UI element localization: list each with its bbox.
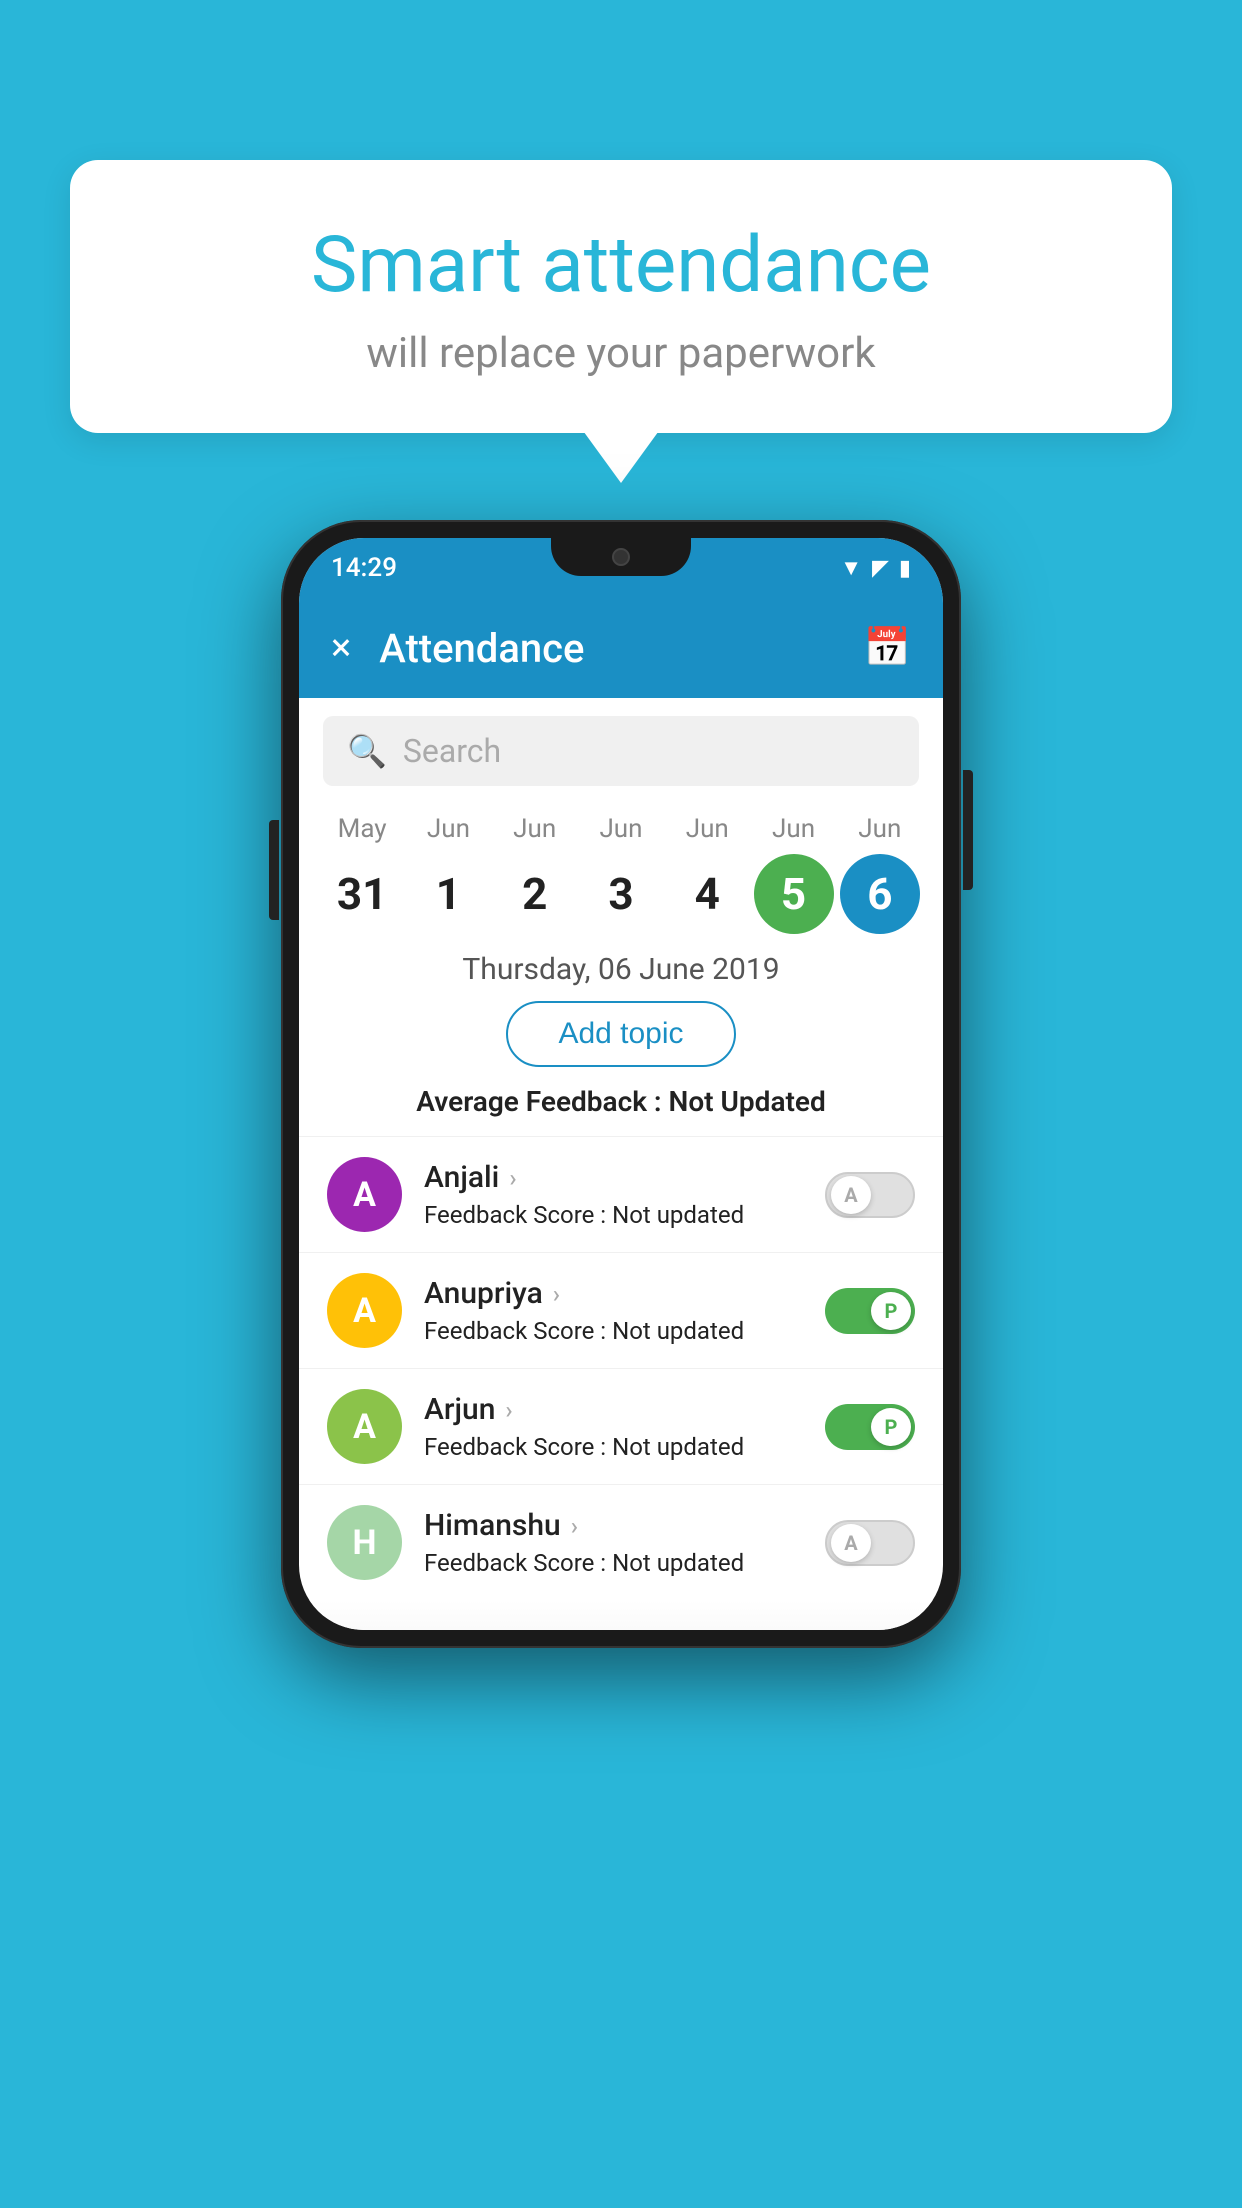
search-icon: 🔍 [347,732,387,770]
avatar-anupriya: A [327,1273,402,1348]
camera [612,548,630,566]
calendar-icon[interactable]: 📅 [864,626,911,670]
cal-day-0[interactable]: May 31 [322,814,402,934]
chevron-icon: › [553,1280,560,1308]
battery-icon: ▮ [899,556,911,581]
chevron-icon: › [509,1164,516,1192]
cal-date-1: 1 [408,854,488,934]
search-placeholder: Search [403,732,501,770]
toggle-knob-anjali: A [831,1176,871,1214]
cal-month-5: Jun [772,814,815,844]
chevron-icon: › [505,1396,512,1424]
toggle-switch-anupriya[interactable]: P [825,1288,915,1334]
cal-date-3: 3 [581,854,661,934]
student-item-himanshu: H Himanshu › Feedback Score : Not update… [299,1484,943,1600]
status-icons: ▼ ◤ ▮ [840,555,911,581]
bubble-title: Smart attendance [130,220,1112,311]
avatar-arjun: A [327,1389,402,1464]
toggle-knob-himanshu: A [831,1524,871,1562]
chevron-icon: › [571,1512,578,1540]
phone-outer: 14:29 ▼ ◤ ▮ × Attendance 📅 🔍 Search [281,520,961,1648]
cal-month-4: Jun [686,814,729,844]
toggle-switch-anjali[interactable]: A [825,1172,915,1218]
speech-bubble-container: Smart attendance will replace your paper… [70,160,1172,433]
app-bar: × Attendance 📅 [299,598,943,698]
toggle-knob-arjun: P [871,1408,911,1446]
cal-day-5[interactable]: Jun 5 [754,814,834,934]
phone-wrapper: 14:29 ▼ ◤ ▮ × Attendance 📅 🔍 Search [281,520,961,1648]
selected-date: Thursday, 06 June 2019 [299,952,943,987]
student-info-himanshu: Himanshu › Feedback Score : Not updated [424,1508,825,1577]
notch [551,538,691,576]
feedback-himanshu: Feedback Score : Not updated [424,1549,825,1577]
cal-month-2: Jun [513,814,556,844]
toggle-himanshu[interactable]: A [825,1520,915,1566]
cal-day-2[interactable]: Jun 2 [495,814,575,934]
cal-date-5: 5 [754,854,834,934]
toggle-arjun[interactable]: P [825,1404,915,1450]
cal-date-2: 2 [495,854,575,934]
add-topic-button[interactable]: Add topic [506,1001,735,1067]
toggle-switch-himanshu[interactable]: A [825,1520,915,1566]
cal-month-0: May [338,814,387,844]
student-info-anupriya: Anupriya › Feedback Score : Not updated [424,1276,825,1345]
cal-month-3: Jun [599,814,642,844]
cal-day-1[interactable]: Jun 1 [408,814,488,934]
feedback-anupriya: Feedback Score : Not updated [424,1317,825,1345]
wifi-icon: ▼ [840,555,862,581]
calendar-strip: May 31 Jun 1 Jun 2 Jun 3 Jun 4 [299,804,943,934]
cal-date-4: 4 [667,854,747,934]
cal-date-6: 6 [840,854,920,934]
student-name-anupriya[interactable]: Anupriya › [424,1276,825,1311]
student-name-anjali[interactable]: Anjali › [424,1160,825,1195]
status-time: 14:29 [331,553,397,583]
cal-month-6: Jun [858,814,901,844]
toggle-anjali[interactable]: A [825,1172,915,1218]
cal-day-3[interactable]: Jun 3 [581,814,661,934]
student-name-arjun[interactable]: Arjun › [424,1392,825,1427]
feedback-arjun: Feedback Score : Not updated [424,1433,825,1461]
student-info-anjali: Anjali › Feedback Score : Not updated [424,1160,825,1229]
student-list: A Anjali › Feedback Score : Not updated [299,1136,943,1600]
bottom-fade [299,1600,943,1630]
student-info-arjun: Arjun › Feedback Score : Not updated [424,1392,825,1461]
toggle-switch-arjun[interactable]: P [825,1404,915,1450]
cal-day-6[interactable]: Jun 6 [840,814,920,934]
avg-feedback-label: Average Feedback : [416,1085,661,1118]
close-button[interactable]: × [331,626,351,670]
app-title: Attendance [379,625,863,672]
avatar-anjali: A [327,1157,402,1232]
avatar-himanshu: H [327,1505,402,1580]
speech-bubble: Smart attendance will replace your paper… [70,160,1172,433]
status-bar: 14:29 ▼ ◤ ▮ [299,538,943,598]
feedback-anjali: Feedback Score : Not updated [424,1201,825,1229]
cal-day-4[interactable]: Jun 4 [667,814,747,934]
student-item-anupriya: A Anupriya › Feedback Score : Not update… [299,1252,943,1368]
avg-feedback-value: Not Updated [669,1085,826,1118]
toggle-knob-anupriya: P [871,1292,911,1330]
cal-month-1: Jun [427,814,470,844]
signal-icon: ◤ [872,556,889,581]
student-item-anjali: A Anjali › Feedback Score : Not updated [299,1136,943,1252]
student-name-himanshu[interactable]: Himanshu › [424,1508,825,1543]
avg-feedback: Average Feedback : Not Updated [299,1085,943,1118]
toggle-anupriya[interactable]: P [825,1288,915,1334]
search-bar[interactable]: 🔍 Search [323,716,919,786]
phone-screen: 14:29 ▼ ◤ ▮ × Attendance 📅 🔍 Search [299,538,943,1630]
bubble-subtitle: will replace your paperwork [130,329,1112,378]
student-item-arjun: A Arjun › Feedback Score : Not updated [299,1368,943,1484]
cal-date-0: 31 [322,854,402,934]
